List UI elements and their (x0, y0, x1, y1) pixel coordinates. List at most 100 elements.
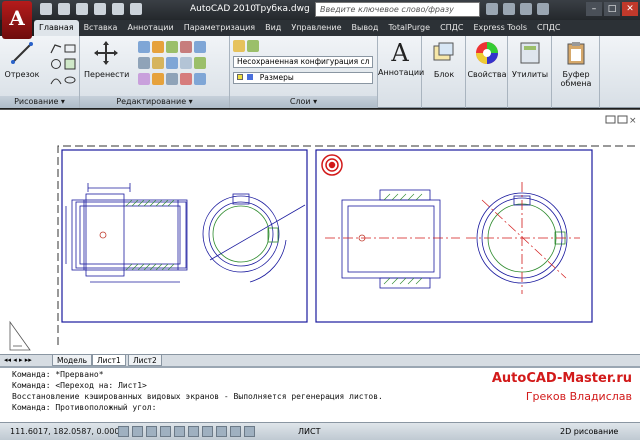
window-controls: – □ ✕ (586, 2, 638, 16)
tab-parametric[interactable]: Параметризация (179, 20, 260, 36)
break-icon[interactable] (180, 73, 192, 85)
title-bar: AutoCAD 2010 Трубка.dwg Введите ключевое… (0, 0, 640, 20)
tab-home[interactable]: Главная (34, 20, 79, 36)
panel-modify-title[interactable]: Редактирование ▾ (80, 96, 229, 108)
watermark: AutoCAD-Master.ru Греков Владислав (492, 371, 632, 403)
chamfer-icon[interactable] (166, 73, 178, 85)
tab-totalpurge[interactable]: TotalPurge (383, 20, 435, 36)
search-input[interactable]: Введите ключевое слово/фразу (315, 2, 480, 17)
viewport-right[interactable] (315, 149, 593, 323)
clipboard-button[interactable]: Буфер обмена (552, 40, 600, 88)
tab-manage[interactable]: Управление (286, 20, 346, 36)
infocenter-icons (486, 3, 549, 15)
tab-output[interactable]: Вывод (347, 20, 384, 36)
command-prompt[interactable]: Команда: Противоположный угол: (12, 403, 628, 414)
copy-icon[interactable] (194, 41, 206, 53)
otrack-toggle-icon[interactable] (188, 426, 199, 437)
osnap-toggle-icon[interactable] (174, 426, 185, 437)
redo-icon[interactable] (112, 3, 124, 15)
help-icon[interactable] (537, 3, 549, 15)
minimize-icon[interactable]: – (586, 2, 602, 16)
viewport-restore-icon[interactable] (617, 115, 628, 124)
lineweight-toggle-icon[interactable] (230, 426, 241, 437)
layer-state-dropdown[interactable]: Несохраненная конфигурация сл (233, 56, 373, 68)
rectangle-icon[interactable] (64, 42, 76, 54)
move-button[interactable]: Перенести (84, 40, 129, 79)
array-icon[interactable] (138, 73, 150, 85)
trim-icon[interactable] (152, 41, 164, 53)
layer-state-icon[interactable] (247, 40, 259, 52)
sheet-border (57, 145, 637, 345)
line-button-label: Отрезок (4, 70, 40, 79)
tab-sheet2[interactable]: Лист2 (128, 355, 162, 366)
maximize-icon[interactable]: □ (604, 2, 620, 16)
utilities-button[interactable]: Утилиты (508, 40, 552, 79)
arc-icon[interactable] (50, 74, 62, 86)
grid-toggle-icon[interactable] (132, 426, 143, 437)
panel-clipboard: Буфер обмена (552, 36, 600, 108)
line-button[interactable]: Отрезок (4, 40, 40, 79)
viewport-close-icon[interactable]: × (629, 116, 637, 126)
new-icon[interactable] (40, 3, 52, 15)
space-indicator[interactable]: ЛИСТ (298, 427, 320, 436)
save-icon[interactable] (76, 3, 88, 15)
join-icon[interactable] (194, 73, 206, 85)
ortho-toggle-icon[interactable] (146, 426, 157, 437)
close-icon[interactable]: ✕ (622, 2, 638, 16)
scale-icon[interactable] (194, 57, 206, 69)
ducs-toggle-icon[interactable] (202, 426, 213, 437)
offset-icon[interactable] (152, 73, 164, 85)
utilities-label: Утилиты (511, 70, 549, 79)
rotate-icon[interactable] (138, 41, 150, 53)
circle-icon[interactable] (50, 58, 62, 70)
bulb-icon (237, 74, 243, 80)
layer-properties-icon[interactable] (233, 40, 245, 52)
open-icon[interactable] (58, 3, 70, 15)
panel-properties: Свойства (466, 36, 508, 108)
tab-express-tools[interactable]: Express Tools (469, 20, 533, 36)
tab-spds-2[interactable]: СПДС (532, 20, 565, 36)
line-icon (11, 42, 33, 64)
ribbon-tabs: Главная Вставка Аннотации Параметризация… (34, 20, 640, 36)
drawing-canvas[interactable]: × (0, 109, 640, 354)
polar-toggle-icon[interactable] (160, 426, 171, 437)
favorites-icon[interactable] (520, 3, 532, 15)
right-section-drawing (341, 189, 441, 289)
layout-tabs-bar: ◂◂ ◂ ▸ ▸▸ Модель Лист1 Лист2 (0, 354, 640, 366)
print-icon[interactable] (130, 3, 142, 15)
tab-view[interactable]: Вид (260, 20, 286, 36)
application-menu-button[interactable]: A (2, 1, 32, 39)
extend-icon[interactable] (166, 41, 178, 53)
tab-insert[interactable]: Вставка (79, 20, 123, 36)
dyn-toggle-icon[interactable] (216, 426, 227, 437)
ellipse-icon[interactable] (64, 74, 76, 86)
tab-spds[interactable]: СПДС (435, 20, 468, 36)
layer-dropdown[interactable]: Размеры (233, 72, 373, 84)
viewport-minimize-icon[interactable] (605, 115, 616, 124)
properties-button[interactable]: Свойства (466, 40, 508, 79)
polyline-icon[interactable] (50, 42, 62, 54)
panel-layers-title[interactable]: Слои ▾ (230, 96, 377, 108)
search-icon[interactable] (486, 3, 498, 15)
snap-toggle-icon[interactable] (118, 426, 129, 437)
tab-model[interactable]: Модель (52, 355, 93, 366)
coordinates-readout[interactable]: 111.6017, 182.0587, 0.0000 (10, 427, 125, 436)
erase-icon[interactable] (180, 41, 192, 53)
panel-draw-title[interactable]: Рисование ▾ (0, 96, 79, 108)
stretch-icon[interactable] (180, 57, 192, 69)
annotation-button[interactable]: A Аннотации (378, 40, 424, 77)
explode-icon[interactable] (166, 57, 178, 69)
hatch-icon[interactable] (64, 58, 76, 70)
communication-icon[interactable] (503, 3, 515, 15)
undo-icon[interactable] (94, 3, 106, 15)
block-button[interactable]: Блок (422, 40, 466, 79)
tab-sheet1[interactable]: Лист1 (92, 355, 126, 366)
viewport-left[interactable] (61, 149, 308, 323)
fillet-icon[interactable] (152, 57, 164, 69)
panel-utilities: Утилиты (508, 36, 552, 108)
workspace-switcher[interactable]: 2D рисование (560, 427, 618, 436)
qp-toggle-icon[interactable] (244, 426, 255, 437)
mirror-icon[interactable] (138, 57, 150, 69)
tab-annotate[interactable]: Аннотации (122, 20, 178, 36)
tab-nav-arrows[interactable]: ◂◂ ◂ ▸ ▸▸ (4, 356, 32, 364)
